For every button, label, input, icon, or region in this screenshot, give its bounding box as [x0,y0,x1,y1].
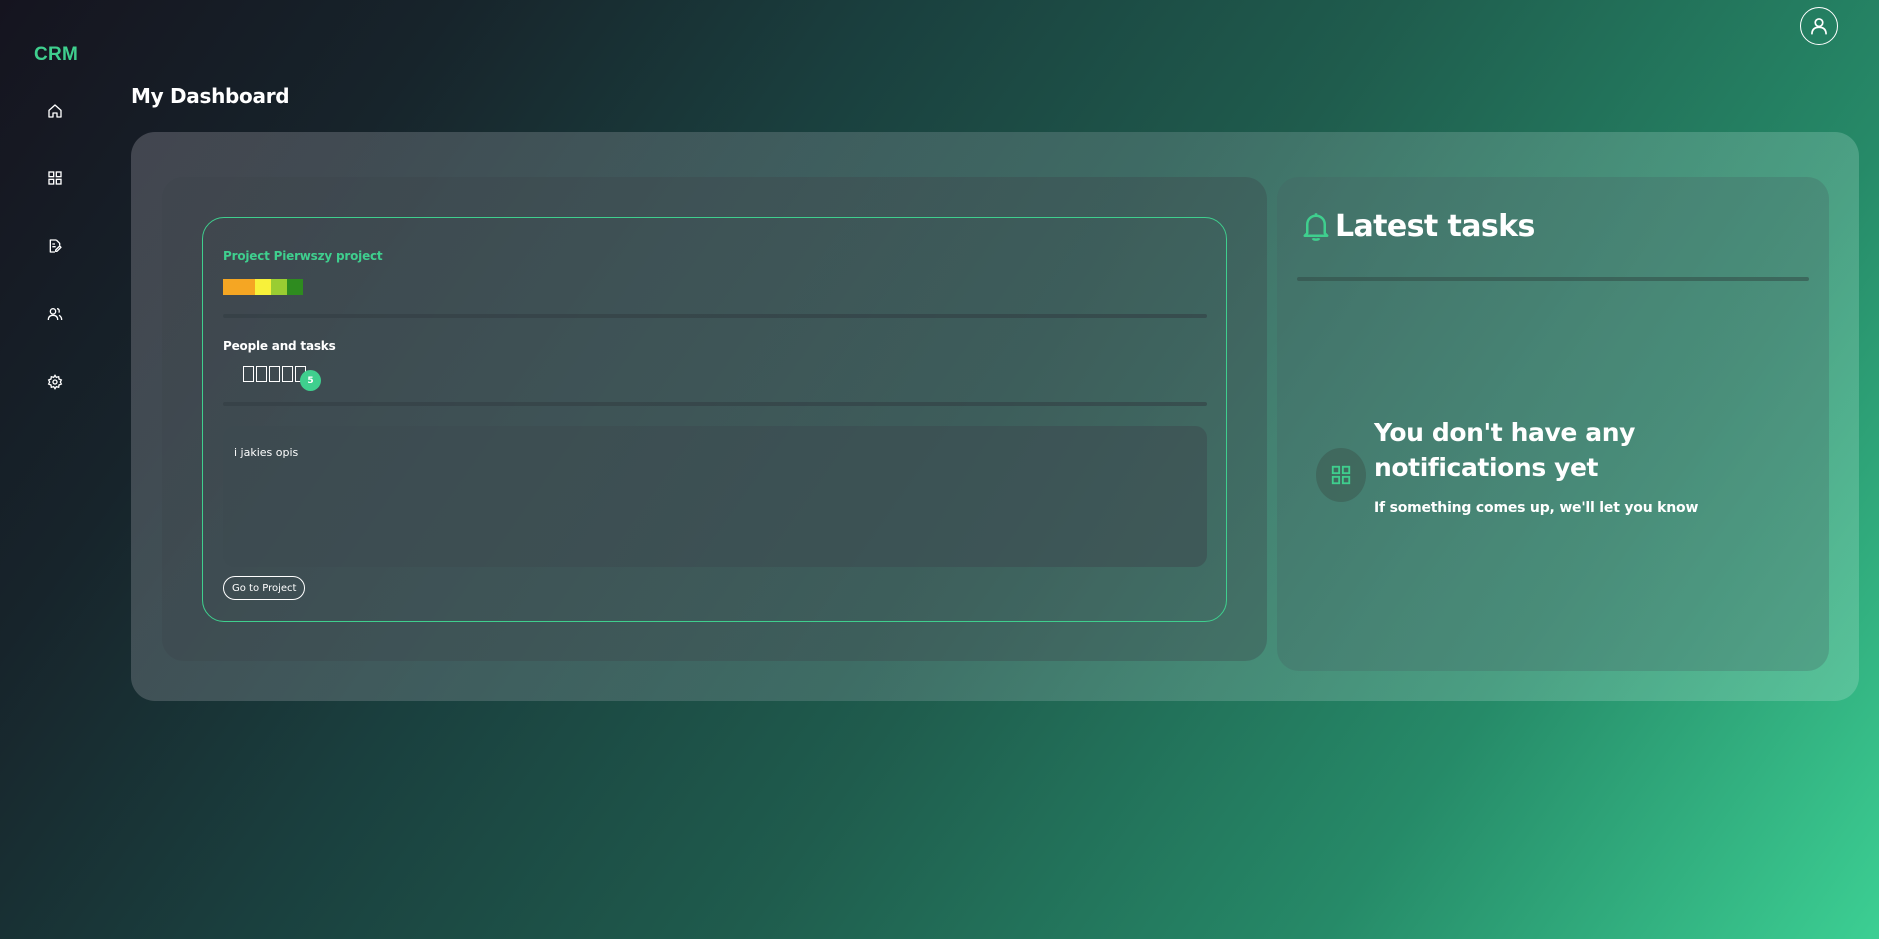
people-tasks-label: People and tasks [223,339,336,353]
project-status-bar [223,279,303,295]
empty-state-icon-wrapper [1316,448,1366,502]
page-title: My Dashboard [131,84,290,108]
latest-tasks-panel: Latest tasks You don't have any notifica… [1277,177,1829,671]
bell-icon [1303,212,1329,241]
divider [223,314,1207,318]
project-description-box: i jakies opis [223,426,1207,567]
project-card: Project Pierwszy project People and task… [202,217,1227,622]
profile-button[interactable] [1800,7,1838,45]
project-title[interactable]: Project Pierwszy project [223,249,383,263]
go-to-project-button[interactable]: Go to Project [223,576,306,600]
sidebar-item-users[interactable] [45,304,65,324]
divider [223,402,1207,406]
empty-state-title: You don't have any notifications yet [1374,418,1636,482]
status-segment [255,279,271,295]
sidebar-item-settings[interactable] [45,372,65,392]
people-count-badge: 5 [300,370,321,391]
avatar [269,366,280,382]
users-icon [47,308,63,321]
user-icon [1811,18,1827,35]
empty-state-subtitle: If something comes up, we'll let you kno… [1374,500,1699,516]
project-description: i jakies opis [234,446,299,459]
sidebar: CRM [0,0,112,939]
avatar [243,366,254,382]
app-logo[interactable]: CRM [34,44,78,66]
avatar [256,366,267,382]
status-segment [271,279,287,295]
divider [1297,277,1809,281]
document-edit-icon [49,239,62,253]
tasks-header: Latest tasks [1301,209,1535,244]
grid-icon [1331,465,1351,485]
sidebar-item-home[interactable] [45,101,65,121]
home-icon [48,104,62,118]
sidebar-item-documents[interactable] [45,236,65,256]
tasks-title: Latest tasks [1335,209,1535,244]
avatar [282,366,293,382]
status-segment [239,279,255,295]
grid-icon [48,171,62,185]
avatar-group [243,366,306,382]
status-segment [287,279,303,295]
gear-icon [47,374,63,390]
sidebar-item-projects[interactable] [45,168,65,188]
status-segment [223,279,239,295]
